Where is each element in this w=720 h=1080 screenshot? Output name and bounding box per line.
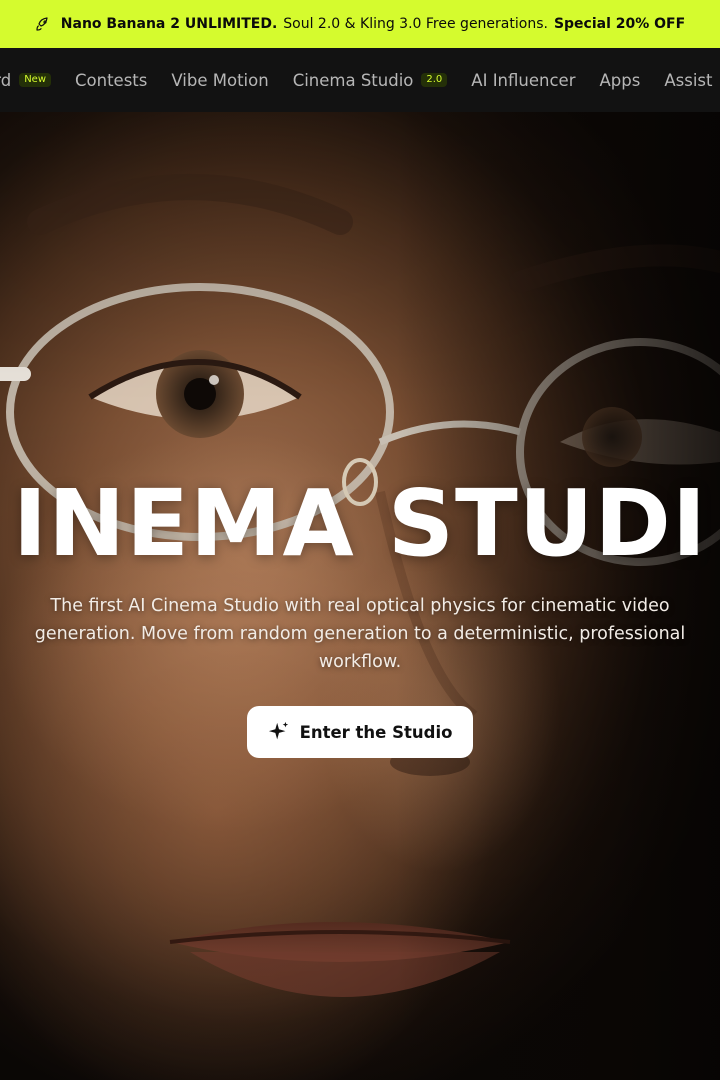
- cta-label: Enter the Studio: [299, 722, 453, 742]
- enter-studio-button[interactable]: Enter the Studio: [247, 706, 473, 758]
- hero-title: INEMA STUDI: [12, 470, 708, 577]
- nav-item-label: Contests: [75, 70, 148, 90]
- rocket-icon: [36, 17, 48, 31]
- nav-item-board[interactable]: oard New: [0, 71, 51, 90]
- promo-banner[interactable]: Nano Banana 2 UNLIMITED. Soul 2.0 & Klin…: [0, 0, 720, 48]
- nav-item-label: oard: [0, 70, 12, 90]
- sparkle-icon: [268, 721, 288, 740]
- nav-item-apps[interactable]: Apps: [600, 71, 641, 90]
- promo-offer: Special 20% OFF: [553, 16, 686, 32]
- promo-text: Soul 2.0 & Kling 3.0 Free generations.: [283, 16, 548, 32]
- nav-item-cinema-studio[interactable]: Cinema Studio 2.0: [293, 71, 448, 90]
- nav-item-label: Cinema Studio: [292, 70, 414, 90]
- top-nav: oard New Contests Vibe Motion Cinema Stu…: [0, 48, 720, 112]
- new-badge: New: [19, 73, 51, 87]
- nav-item-assist[interactable]: Assist: [664, 71, 712, 90]
- hero-section: INEMA STUDI The first AI Cinema Studio w…: [0, 112, 720, 1080]
- nav-item-contests[interactable]: Contests: [75, 71, 147, 90]
- nav-item-label: AI Influencer: [471, 70, 576, 90]
- nav-item-vibe-motion[interactable]: Vibe Motion: [171, 71, 268, 90]
- nav-item-label: Assist: [664, 70, 713, 90]
- version-badge: 2.0: [421, 73, 448, 87]
- page: Nano Banana 2 UNLIMITED. Soul 2.0 & Klin…: [0, 0, 720, 1080]
- nav-item-label: Vibe Motion: [171, 70, 269, 90]
- hero-subtitle: The first AI Cinema Studio with real opt…: [34, 596, 686, 672]
- nav-item-ai-influencer[interactable]: AI Influencer: [471, 71, 575, 90]
- promo-highlight: Nano Banana 2 UNLIMITED.: [60, 16, 278, 32]
- nav-item-label: Apps: [599, 70, 641, 90]
